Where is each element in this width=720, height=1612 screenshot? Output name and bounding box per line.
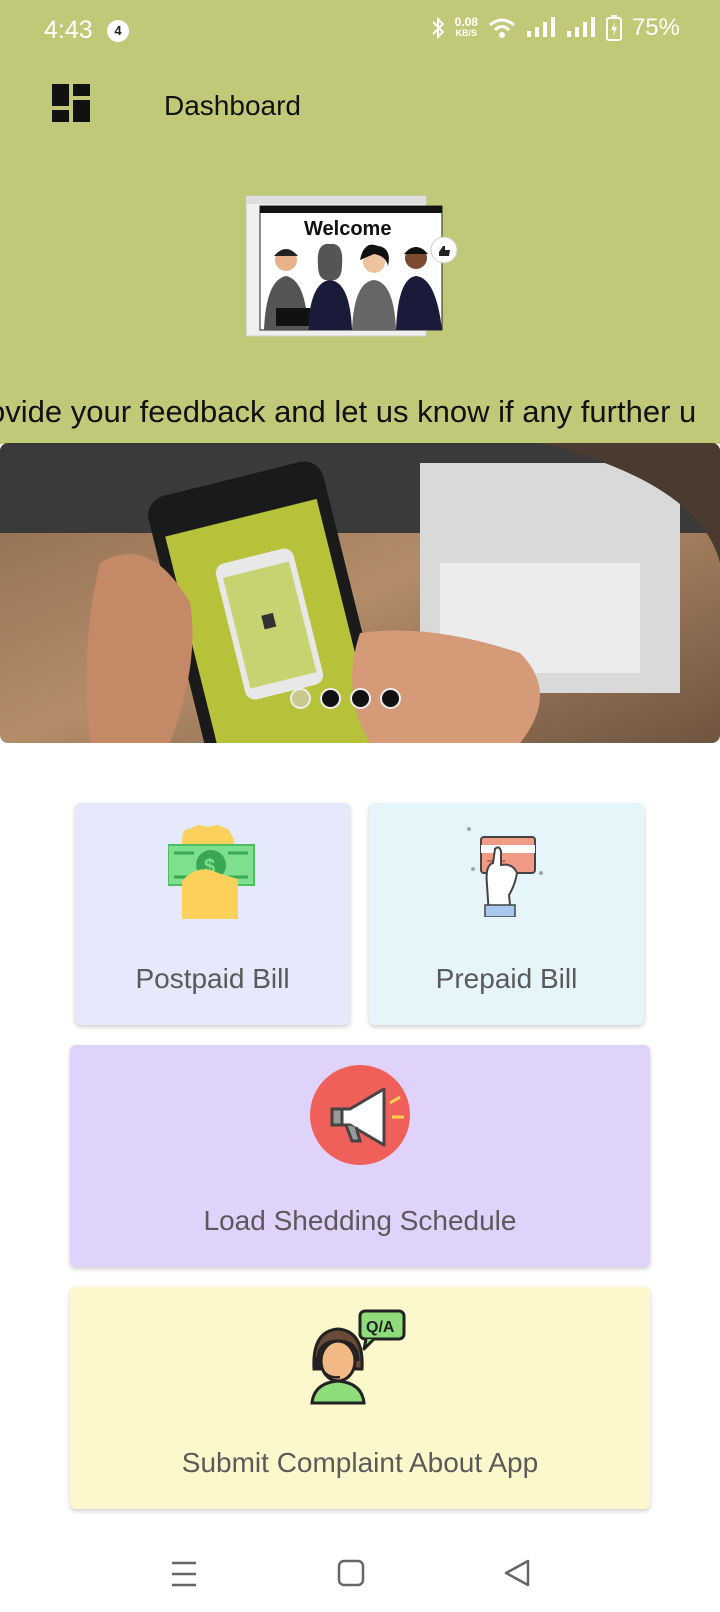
home-icon[interactable] (334, 1554, 374, 1594)
recent-apps-icon[interactable] (166, 1554, 206, 1594)
marquee-text: ovide your feedback and let us know if a… (0, 394, 697, 429)
qa-badge-text: Q/A (366, 1319, 395, 1336)
system-nav-bar (0, 1530, 720, 1612)
welcome-heading: Welcome (304, 218, 391, 240)
bluetooth-icon (431, 16, 445, 40)
submit-complaint-card[interactable]: Q/A Submit Complaint About App (70, 1287, 650, 1509)
status-time: 4:43 (44, 16, 93, 44)
carousel-dot-1[interactable] (290, 688, 311, 709)
dashboard-grid-icon[interactable] (52, 84, 92, 124)
status-bar: 4:43 4 0.08 KB/S 75% (0, 0, 720, 62)
load-shedding-label: Load Shedding Schedule (203, 1205, 517, 1236)
battery-charging-icon (605, 15, 622, 41)
carousel-dot-4[interactable] (380, 688, 401, 709)
network-speed: 0.08 KB/S (454, 15, 478, 39)
notification-count-badge: 4 (107, 20, 129, 42)
wifi-icon (488, 18, 515, 38)
postpaid-bill-card[interactable]: $ Postpaid Bill (75, 803, 350, 1025)
signal-icon-1 (526, 17, 555, 37)
load-shedding-card[interactable]: Load Shedding Schedule (70, 1045, 650, 1267)
signal-icon-2 (566, 17, 595, 37)
image-carousel[interactable] (0, 443, 720, 743)
app-bar: Dashboard (0, 62, 720, 148)
status-icons: 0.08 KB/S 75% (431, 14, 680, 42)
network-speed-value: 0.08 (454, 15, 478, 29)
submit-complaint-label: Submit Complaint About App (181, 1447, 539, 1478)
welcome-illustration: Welcome (246, 195, 458, 337)
carousel-dot-2[interactable] (320, 688, 341, 709)
megaphone-icon (310, 1065, 410, 1165)
prepaid-bill-label: Prepaid Bill (435, 963, 578, 994)
feedback-marquee: ovide your feedback and let us know if a… (0, 388, 720, 440)
support-agent-icon: Q/A (310, 1309, 406, 1405)
carousel-indicators (290, 688, 401, 709)
cash-hand-icon: $ (168, 825, 255, 919)
card-hand-icon (467, 827, 543, 917)
page-title: Dashboard (164, 90, 301, 121)
prepaid-bill-card[interactable]: Prepaid Bill (369, 803, 644, 1025)
back-icon[interactable] (500, 1554, 540, 1594)
postpaid-bill-label: Postpaid Bill (135, 963, 290, 994)
carousel-dot-3[interactable] (350, 688, 371, 709)
network-speed-unit: KB/S (455, 28, 478, 38)
battery-percent: 75% (631, 14, 680, 41)
header-area: 4:43 4 0.08 KB/S 75% Dashboard Welcome o… (0, 0, 720, 444)
